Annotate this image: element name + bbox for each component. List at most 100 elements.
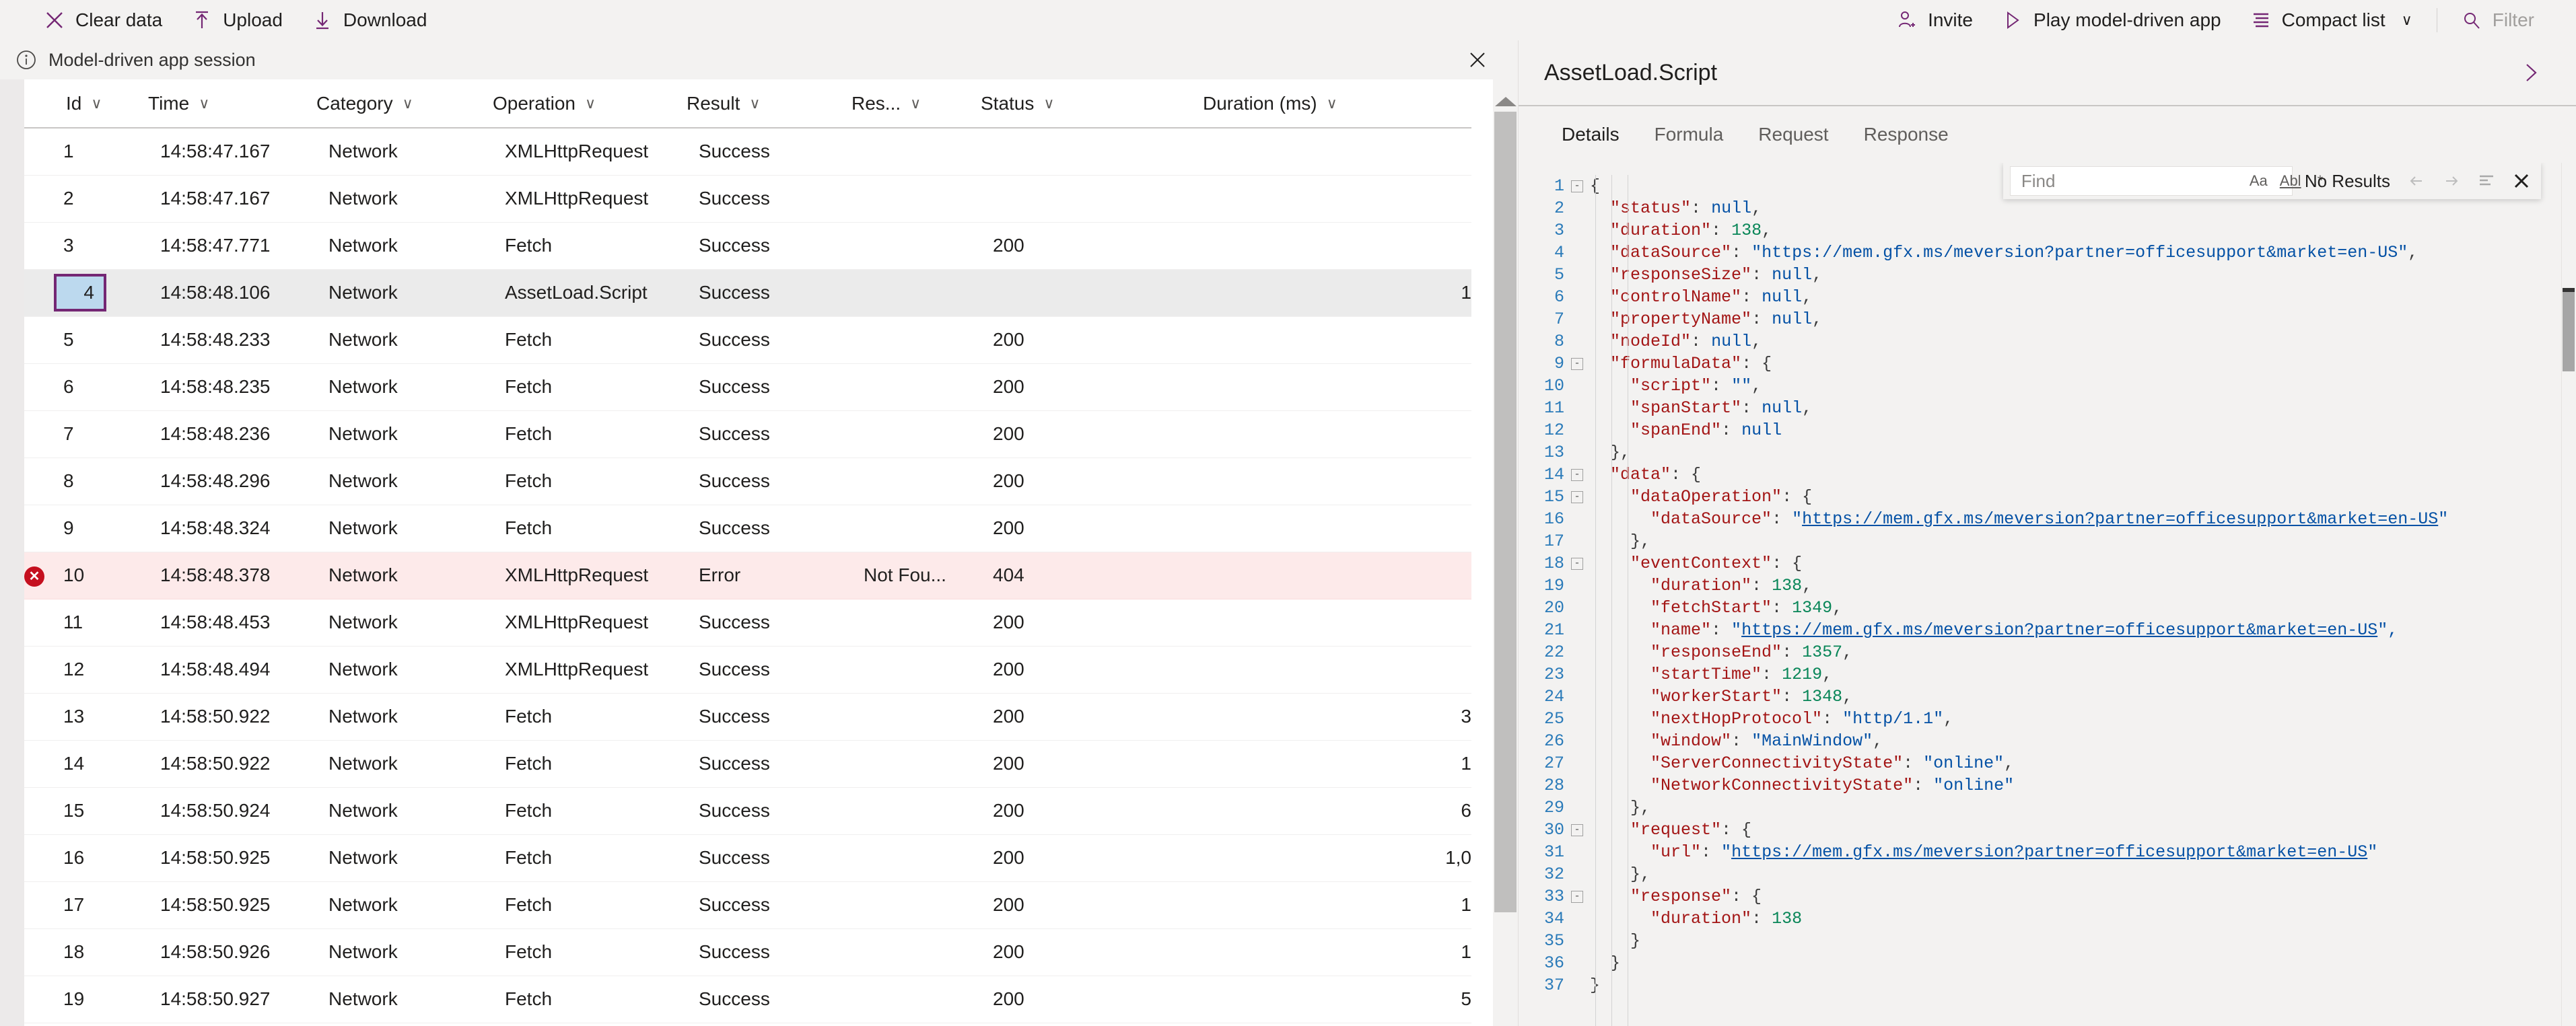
play-model-driven-app-button[interactable]: Play model-driven app (1988, 0, 2236, 40)
cell-result[interactable]: Success (684, 505, 849, 552)
fold-collapse-icon[interactable]: - (1571, 490, 1583, 503)
cell-duration[interactable] (1200, 646, 1471, 694)
cell-time[interactable]: 14:58:47.771 (145, 222, 314, 270)
cell-status[interactable]: 200 (978, 740, 1200, 788)
code-line[interactable]: "name": "https://mem.gfx.ms/meversion?pa… (1590, 619, 2576, 641)
fold-collapse-icon[interactable]: - (1571, 468, 1583, 481)
code-line[interactable]: "ServerConnectivityState": "online", (1590, 752, 2576, 774)
cell-id[interactable]: 6 (63, 363, 145, 411)
filter-search-box[interactable]: Filter (2447, 0, 2549, 40)
cell-category[interactable]: Network (314, 740, 490, 788)
cell-res[interactable]: Not Fou... (849, 552, 978, 599)
cell-result[interactable]: Success (684, 881, 849, 929)
code-editor-body[interactable]: 1 2 3 4 5 6 7 8 9 10 11 12 13 14 15 16 17 18 19 20 21 22 23 24 2… (1519, 163, 2576, 1026)
cell-operation[interactable]: Fetch (490, 363, 684, 411)
editor-scrollbar-thumb[interactable] (2563, 292, 2575, 371)
cell-duration[interactable]: 1 (1200, 881, 1471, 929)
chevron-down-icon[interactable]: ∨ (199, 96, 209, 111)
cell-id[interactable]: 1 (63, 128, 145, 176)
code-line[interactable]: "fetchStart": 1349, (1590, 597, 2576, 619)
cell-status[interactable]: 200 (978, 787, 1200, 835)
cell-id[interactable]: 16 (63, 834, 145, 882)
cell-category[interactable]: Network (314, 552, 490, 599)
cell-result[interactable]: Success (684, 457, 849, 505)
cell-operation[interactable]: Fetch (490, 222, 684, 270)
cell-category[interactable]: Network (314, 222, 490, 270)
cell-id[interactable]: 11 (63, 599, 145, 647)
code-line[interactable]: "dataSource": "https://mem.gfx.ms/mevers… (1590, 242, 2576, 264)
cell-id[interactable]: 4 (54, 269, 145, 317)
close-icon[interactable] (2510, 170, 2533, 192)
cell-status[interactable]: 200 (978, 1023, 1200, 1026)
cell-result[interactable]: Success (684, 599, 849, 647)
cell-duration[interactable]: 1 (1200, 269, 1471, 317)
cell-status[interactable]: 200 (978, 410, 1200, 458)
cell-result[interactable]: Success (684, 928, 849, 976)
chevron-down-icon[interactable]: ∨ (403, 96, 413, 111)
cell-duration[interactable]: 3 (1200, 693, 1471, 741)
column-header-result[interactable]: Result ∨ (684, 79, 849, 129)
cell-res[interactable] (849, 505, 978, 552)
cell-id[interactable]: 2 (63, 175, 145, 223)
column-header-status[interactable]: Status ∨ (978, 79, 1200, 129)
cell-category[interactable]: Network (314, 599, 490, 647)
cell-id[interactable]: 8 (63, 457, 145, 505)
cell-duration[interactable]: 1 (1200, 740, 1471, 788)
column-header-time[interactable]: Time ∨ (145, 79, 314, 129)
chevron-down-icon[interactable]: ∨ (1043, 96, 1054, 111)
arrow-right-icon[interactable] (2440, 170, 2463, 192)
code-folding-gutter[interactable]: - - - - - - - (1564, 175, 1590, 1026)
url-link[interactable]: https://mem.gfx.ms/meversion?partner=off… (1731, 842, 2367, 862)
cell-status[interactable]: 200 (978, 928, 1200, 976)
cell-status[interactable]: 200 (978, 316, 1200, 364)
cell-id[interactable]: 7 (63, 410, 145, 458)
table-row[interactable]: 11 14:58:48.453 Network XMLHttpRequest Succe… (24, 599, 1471, 647)
cell-category[interactable]: Network (314, 834, 490, 882)
cell-status[interactable]: 404 (978, 552, 1200, 599)
whole-word-icon[interactable]: Abl (2277, 171, 2304, 191)
cell-res[interactable] (849, 222, 978, 270)
column-header-operation[interactable]: Operation ∨ (490, 79, 684, 129)
code-content[interactable]: { "status": null, "duration": 138, "data… (1590, 175, 2576, 1026)
cell-status[interactable] (978, 269, 1200, 317)
cell-duration[interactable]: 5 (1200, 976, 1471, 1023)
code-line[interactable]: "formulaData": { (1590, 353, 2576, 375)
code-line[interactable]: "spanEnd": null (1590, 419, 2576, 441)
cell-status[interactable]: 200 (978, 976, 1200, 1023)
cell-res[interactable] (849, 740, 978, 788)
cell-duration[interactable] (1200, 175, 1471, 223)
column-header-res[interactable]: Res... ∨ (849, 79, 978, 129)
cell-id[interactable]: 13 (63, 693, 145, 741)
cell-duration[interactable] (1200, 1023, 1471, 1026)
cell-category[interactable]: Network (314, 976, 490, 1023)
cell-result[interactable]: Success (684, 787, 849, 835)
chevron-down-icon[interactable]: ∨ (749, 96, 760, 111)
column-header-category[interactable]: Category ∨ (314, 79, 490, 129)
cell-operation[interactable]: Fetch (490, 410, 684, 458)
cell-id[interactable]: 19 (63, 976, 145, 1023)
cell-duration[interactable]: 1,0 (1200, 834, 1471, 882)
cell-status[interactable] (978, 128, 1200, 176)
cell-time[interactable]: 14:58:48.296 (145, 457, 314, 505)
code-line[interactable]: "request": { (1590, 819, 2576, 841)
tab-response[interactable]: Response (1846, 106, 1966, 163)
tab-formula[interactable]: Formula (1637, 106, 1741, 163)
cell-category[interactable]: Network (314, 787, 490, 835)
cell-id[interactable]: 14 (63, 740, 145, 788)
fold-collapse-icon[interactable]: - (1571, 180, 1583, 192)
code-line[interactable]: "controlName": null, (1590, 286, 2576, 308)
cell-id[interactable]: 15 (63, 787, 145, 835)
tab-request[interactable]: Request (1741, 106, 1846, 163)
table-row[interactable]: 12 14:58:48.494 Network XMLHttpRequest Succe… (24, 646, 1471, 694)
compact-list-button[interactable]: Compact list ∨ (2236, 0, 2427, 40)
cell-time[interactable]: 14:58:50.925 (145, 881, 314, 929)
cell-category[interactable]: Network (314, 928, 490, 976)
table-row[interactable]: 16 14:58:50.925 Network Fetch Success 200 1,0 (24, 834, 1471, 882)
code-line[interactable]: "nodeId": null, (1590, 330, 2576, 353)
upload-button[interactable]: Upload (177, 0, 298, 40)
cell-time[interactable]: 14:58:48.236 (145, 410, 314, 458)
fold-collapse-icon[interactable]: - (1571, 557, 1583, 570)
table-row[interactable]: 14 14:58:50.922 Network Fetch Success 200 1 (24, 740, 1471, 788)
table-row[interactable]: 2014:58:50.928NetworkFetchSuccess 200 (24, 1023, 1471, 1026)
table-row[interactable]: 19 14:58:50.927 Network Fetch Success 200 5 (24, 976, 1471, 1023)
